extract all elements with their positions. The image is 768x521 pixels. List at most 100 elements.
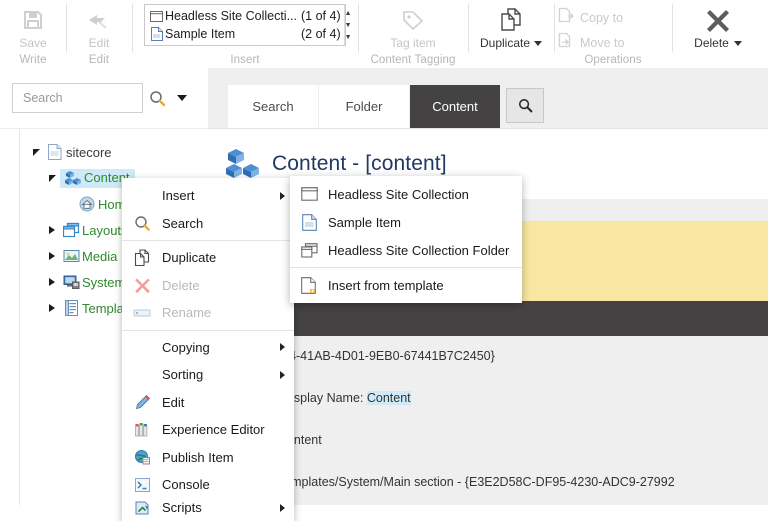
context-menu-item-search[interactable]: Search — [122, 210, 294, 238]
search-input-wrapper[interactable] — [12, 83, 143, 113]
ribbon-toolbar: Save Write Edit Edit Headless Site Colle… — [0, 0, 768, 68]
delete-button[interactable]: Delete — [685, 0, 751, 50]
insert-gallery-scroll[interactable]: ▲ ▼ ▼ — [343, 5, 352, 45]
tab-content[interactable]: Content — [410, 85, 500, 128]
scroll-up-icon[interactable]: ▲ — [345, 10, 352, 17]
context-menu-item-sorting[interactable]: Sorting — [122, 361, 294, 389]
tab-search-label: Search — [252, 99, 294, 114]
ribbon-group-content-tagging: Tag item Content Tagging — [358, 0, 468, 68]
search-icon[interactable] — [143, 90, 171, 107]
tag-item-button[interactable]: Tag item — [380, 0, 446, 50]
tab-strip-area: Search Folder Content — [208, 68, 768, 128]
insert-submenu: Headless Site Collection Sample Item Hea… — [290, 176, 522, 303]
ribbon-group-insert-label: Insert — [230, 54, 260, 66]
copy-to-button[interactable]: Copy to — [558, 7, 623, 28]
insert-gallery-row-label: Sample Item — [165, 27, 236, 41]
context-menu-item-edit[interactable]: Edit — [122, 389, 294, 417]
submenu-arrow-icon — [280, 503, 285, 512]
ribbon-group-operations-label: Operations — [584, 54, 642, 66]
edit-button[interactable]: Edit — [66, 0, 132, 50]
context-menu-item-publish-item[interactable]: Publish Item — [122, 444, 294, 472]
context-menu-item-delete[interactable]: Delete — [122, 272, 294, 300]
move-to-button[interactable]: Move to — [558, 32, 624, 53]
context-menu-item-console[interactable]: Console — [122, 471, 294, 499]
submenu-arrow-icon — [280, 191, 285, 200]
copy-to-icon — [558, 7, 574, 28]
save-button-label: Save — [19, 36, 47, 50]
context-menu-item-label: Copying — [162, 339, 210, 355]
expander-collapsed-icon[interactable] — [44, 226, 60, 234]
delete-x-icon — [122, 277, 162, 294]
context-menu-item-rename[interactable]: Rename — [122, 299, 294, 327]
context-menu-item-label: Edit — [162, 394, 185, 410]
system-icon — [60, 274, 82, 290]
insert-gallery-row[interactable]: Headless Site Collecti... (1 of 4) — [148, 7, 341, 25]
insert-submenu-item-headless-site-collection[interactable]: Headless Site Collection — [290, 180, 522, 208]
template-plus-icon — [290, 276, 328, 294]
search-options-caret-icon[interactable] — [171, 95, 193, 101]
insert-gallery-row[interactable]: Sample Item (2 of 4) — [148, 25, 341, 43]
context-menu-item-copying[interactable]: Copying — [122, 334, 294, 362]
insert-submenu-item-label: Sample Item — [328, 214, 401, 230]
tag-item-button-label: Tag item — [390, 36, 436, 50]
expander-collapsed-icon[interactable] — [44, 278, 60, 286]
context-menu: Insert Search Duplicate Delete Rename Co… — [122, 178, 294, 521]
expander-collapsed-icon[interactable] — [44, 304, 60, 312]
duplicate-icon — [498, 6, 524, 34]
move-to-label: Move to — [580, 35, 625, 50]
sitecore-content-editor: Save Write Edit Edit Headless Site Colle… — [0, 0, 768, 521]
save-button[interactable]: Save — [0, 0, 66, 50]
copy-to-label: Copy to — [580, 10, 624, 25]
field-display-name-value: Content — [366, 391, 411, 405]
move-to-icon — [558, 32, 574, 53]
home-icon — [76, 196, 98, 212]
expander-expanded-icon[interactable] — [28, 148, 44, 156]
context-menu-item-label: Rename — [162, 305, 212, 321]
delete-x-icon — [705, 6, 731, 34]
field-template: /sitecore/templates/System/Main section … — [230, 475, 675, 489]
insert-submenu-item-insert-from-template[interactable]: Insert from template — [290, 271, 522, 299]
scroll-more-icon[interactable]: ▼ — [345, 34, 352, 41]
tree-gutter — [0, 129, 20, 505]
ribbon-group-content-tagging-label: Content Tagging — [370, 54, 456, 66]
context-menu-item-insert[interactable]: Insert — [122, 182, 294, 210]
insert-submenu-item-headless-site-collection-folder[interactable]: Headless Site Collection Folder — [290, 236, 522, 264]
tree-node-sitecore[interactable]: sitecore — [28, 139, 208, 165]
scripts-icon — [122, 500, 162, 516]
magnifier-icon — [518, 98, 532, 113]
folder-stack-icon — [290, 242, 328, 258]
tab-folder-label: Folder — [345, 99, 383, 114]
ribbon-group-delete: Delete — [672, 0, 764, 68]
expander-collapsed-icon[interactable] — [44, 252, 60, 260]
duplicate-button[interactable]: Duplicate — [478, 0, 544, 50]
context-menu-item-label: Experience Editor — [162, 422, 265, 438]
context-menu-item-label: Duplicate — [162, 250, 217, 266]
search-input[interactable] — [21, 90, 134, 106]
crayons-icon — [122, 421, 162, 438]
chevron-down-icon[interactable] — [534, 40, 543, 46]
search-icon — [122, 215, 162, 232]
document-icon — [290, 213, 328, 231]
content-cubes-icon — [220, 147, 266, 181]
edit-lock-icon — [86, 6, 112, 34]
context-menu-item-experience-editor[interactable]: Experience Editor — [122, 416, 294, 444]
scroll-down-icon[interactable]: ▼ — [345, 22, 352, 29]
ribbon-group-duplicate: Duplicate — [468, 0, 554, 68]
tab-search-button[interactable] — [506, 88, 544, 123]
context-menu-item-label: Search — [162, 215, 204, 231]
insert-submenu-item-sample-item[interactable]: Sample Item — [290, 208, 522, 236]
context-menu-item-duplicate[interactable]: Duplicate — [122, 244, 294, 272]
console-icon — [122, 477, 162, 493]
document-icon — [148, 27, 165, 41]
insert-gallery-row-count: (2 of 4) — [301, 27, 341, 41]
context-menu-item-scripts[interactable]: Scripts — [122, 499, 294, 517]
globe-icon — [122, 449, 162, 466]
tab-search[interactable]: Search — [228, 85, 319, 128]
expander-expanded-icon[interactable] — [44, 174, 60, 182]
insert-gallery[interactable]: Headless Site Collecti... (1 of 4) Sampl… — [144, 4, 352, 46]
tab-folder[interactable]: Folder — [319, 85, 410, 128]
chevron-down-icon[interactable] — [733, 40, 742, 46]
ribbon-group-write: Save Write — [0, 0, 66, 68]
ribbon-group-edit-label: Edit — [88, 54, 110, 66]
document-icon — [44, 144, 66, 160]
